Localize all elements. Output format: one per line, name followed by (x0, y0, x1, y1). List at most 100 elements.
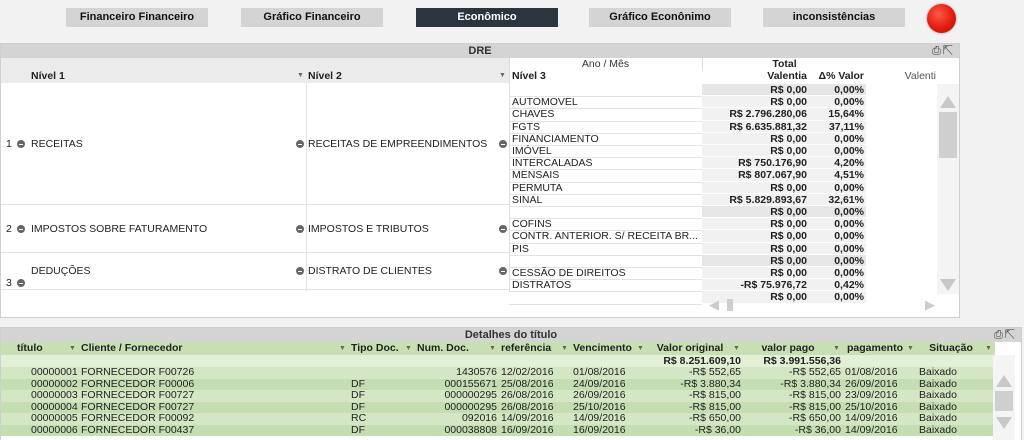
scroll-up-icon[interactable] (996, 375, 1012, 387)
nivel1-dropdown-icon[interactable]: ▼ (297, 72, 304, 79)
table-row[interactable]: 00000001 FORNECEDOR F00726 1430576 12/02/20… (1, 367, 995, 379)
nivel3-cell: FGTS (512, 120, 540, 133)
print-icon[interactable]: ⎙ (994, 329, 1005, 341)
nivel1-value: DEDUÇÕES (31, 265, 91, 277)
table-cell: 12/02/2016 (501, 367, 554, 378)
scroll-down-icon[interactable] (996, 417, 1012, 429)
fullscreen-icon[interactable]: ⇱ (1005, 329, 1017, 341)
print-icon[interactable]: ⎙ (932, 45, 943, 57)
col-nivel1[interactable]: Nível 1 (31, 70, 291, 83)
col-tipo-doc[interactable]: Tipo Doc. (351, 342, 403, 355)
scroll-left-icon[interactable]: ◀ (709, 297, 719, 313)
row-divider (509, 206, 702, 207)
table-cell: 24/09/2016 (573, 378, 626, 390)
cliente-dropdown-icon[interactable]: ▼ (339, 345, 346, 352)
panel-tools[interactable]: ⎙⇱ (994, 329, 1017, 342)
table-cell: FORNECEDOR F00006 (81, 378, 195, 390)
table-cell: 25/10/2016 (573, 401, 626, 413)
collapse-icon[interactable] (17, 225, 25, 233)
nivel2-dropdown-icon[interactable]: ▼ (499, 72, 506, 79)
referencia-dropdown-icon[interactable]: ▼ (561, 345, 568, 352)
situacao-dropdown-icon[interactable]: ▼ (985, 345, 992, 352)
col-total: Total (702, 58, 866, 70)
valentia-cell: R$ 0,00 (702, 145, 810, 158)
collapse-icon[interactable] (296, 267, 304, 275)
table-cell: 1430576 (456, 367, 497, 378)
tab-grafico-economico[interactable]: Gráfico Econônimo (589, 8, 731, 27)
panel-tools[interactable]: ⎙⇱ (932, 45, 955, 58)
tipo-doc-dropdown-icon[interactable]: ▼ (405, 345, 412, 352)
table-cell: FORNECEDOR F00727 (81, 401, 195, 413)
delta-cell: 0,00% (810, 96, 866, 109)
collapse-icon[interactable] (296, 140, 304, 148)
tab-economico[interactable]: Econômico (416, 8, 558, 27)
valor-pago-dropdown-icon[interactable]: ▼ (833, 345, 840, 352)
delta-cell: 4,51% (810, 169, 866, 182)
delta-cell: 0,00% (810, 206, 866, 219)
table-cell: -R$ 552,65 (689, 367, 741, 378)
col-vencimento[interactable]: Vencimento (573, 342, 635, 355)
delta-cell: 0,00% (810, 267, 866, 280)
scroll-up-icon[interactable] (940, 96, 956, 108)
col-nivel3[interactable]: Nível 3 (512, 70, 702, 83)
total-valor-original: R$ 8.251.609,10 (663, 355, 741, 367)
col-num-doc[interactable]: Num. Doc. (417, 342, 487, 355)
table-row[interactable]: 00000005 FORNECEDOR F00092 RC 092016 14/09/2… (1, 413, 995, 425)
nivel3-cell: CESSÃO DE DIREITOS (512, 267, 626, 279)
collapse-icon[interactable] (296, 225, 304, 233)
col-pagamento[interactable]: pagamento (845, 342, 905, 355)
tab-inconsistencias[interactable]: inconsistências (763, 8, 905, 27)
collapse-icon[interactable] (499, 267, 507, 275)
tab-grafico-financeiro[interactable]: Gráfico Financeiro (241, 8, 383, 27)
nivel2-value: DISTRATO DE CLIENTES (308, 265, 432, 277)
col-situacao[interactable]: Situação (919, 342, 983, 355)
dre-vertical-scrollbar[interactable] (937, 84, 959, 294)
col-valor-pago[interactable]: valor pago (745, 342, 831, 355)
fullscreen-icon[interactable]: ⇱ (943, 45, 955, 57)
table-row[interactable]: 00000002 FORNECEDOR F00006 DF 000155671 25/0… (1, 378, 995, 390)
delta-cell: 0,00% (810, 230, 866, 243)
col-cliente[interactable]: Cliente / Fornecedor (81, 342, 337, 355)
table-cell: Baixado (919, 390, 957, 401)
titulo-dropdown-icon[interactable]: ▼ (69, 345, 76, 352)
table-cell: 092016 (461, 413, 497, 424)
dre-horizontal-scrollbar[interactable]: ◀ ▶ (701, 297, 941, 313)
vencimento-dropdown-icon[interactable]: ▼ (637, 345, 644, 352)
table-cell: 14/09/2016 (845, 413, 898, 424)
status-indicator-icon[interactable] (927, 4, 956, 33)
nivel2-value: RECEITAS DE EMPREENDIMENTOS (308, 138, 488, 150)
table-row[interactable]: 00000006 FORNECEDOR F00437 DF 000038808 16/0… (1, 424, 995, 436)
num-doc-dropdown-icon[interactable]: ▼ (489, 345, 496, 352)
collapse-icon[interactable] (499, 140, 507, 148)
valor-original-dropdown-icon[interactable]: ▼ (733, 345, 740, 352)
collapse-icon[interactable] (17, 279, 25, 287)
scroll-thumb[interactable] (995, 391, 1013, 411)
scroll-thumb[interactable] (939, 112, 957, 158)
col-referencia[interactable]: referência (501, 342, 559, 355)
col-nivel2[interactable]: Nível 2 (308, 70, 498, 83)
col-valentia: Valentia (767, 70, 807, 82)
nivel3-cell: CHAVES (512, 108, 555, 121)
col-valor-original[interactable]: Valor original (649, 342, 731, 355)
nivel1-value: IMPOSTOS SOBRE FATURAMENTO (31, 223, 208, 235)
dre-title: DRE (1, 44, 959, 58)
table-cell: 00000001 (31, 367, 78, 378)
detalhes-vertical-scrollbar[interactable] (993, 355, 1015, 440)
delta-cell: 0,00% (810, 242, 866, 255)
table-cell: -R$ 650,00 (789, 413, 841, 424)
hscroll-thumb[interactable] (727, 299, 733, 311)
table-row[interactable]: 00000004 FORNECEDOR F00727 DF 000000295 26/0… (1, 401, 995, 413)
tab-financeiro-financeiro[interactable]: Financeiro Financeiro (66, 8, 208, 27)
scroll-right-icon[interactable]: ▶ (925, 297, 935, 313)
table-row[interactable]: 00000003 FORNECEDOR F00727 DF 000000295 26/0… (1, 390, 995, 402)
table-cell: 00000006 (31, 424, 78, 436)
scroll-down-icon[interactable] (940, 279, 956, 291)
detalhes-panel: Detalhes do título ⎙⇱ título ▼ Cliente / F… (0, 327, 1022, 440)
collapse-icon[interactable] (499, 225, 507, 233)
pagamento-dropdown-icon[interactable]: ▼ (907, 345, 914, 352)
table-cell: 00000005 (31, 413, 78, 424)
collapse-icon[interactable] (17, 140, 25, 148)
valentia-cell: R$ 2.796.280,06 (702, 108, 810, 121)
table-cell: 01/08/2016 (573, 367, 626, 378)
table-cell: Baixado (919, 413, 957, 424)
